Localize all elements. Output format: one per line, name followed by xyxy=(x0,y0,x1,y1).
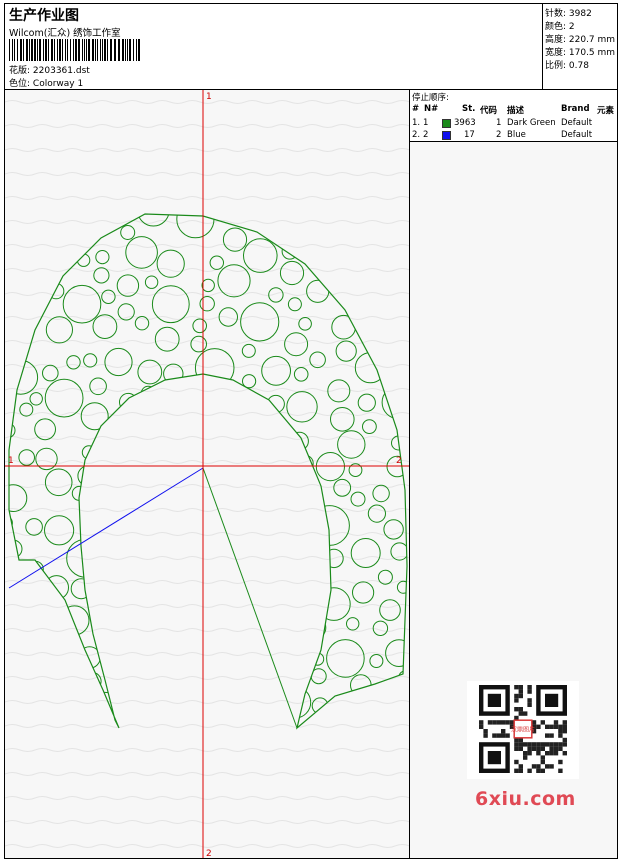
stop-row: 2. 2 17 2 Blue Default xyxy=(412,130,615,142)
design-file-line: 花版: 2203361.dst xyxy=(9,63,90,76)
row-brand: Default xyxy=(561,130,593,140)
stop-sequence-panel: 停止顺序: # N# St. 代码 描述 Brand 元素 1. 1 3963 … xyxy=(410,90,617,142)
design-file-label: 花版: xyxy=(9,66,31,76)
color-swatch xyxy=(442,131,451,140)
row-stitches: 3963 xyxy=(454,118,476,128)
design-height: 高度: 220.7 mm xyxy=(545,35,616,45)
design-file-name: 2203361.dst xyxy=(32,66,90,76)
col-needle: N# xyxy=(424,104,439,114)
row-stitches: 17 xyxy=(464,130,475,140)
qr-code-watermark: 汉鼎图片 xyxy=(467,681,579,779)
row-brand: Default xyxy=(561,118,593,128)
row-description: Blue xyxy=(507,130,526,140)
axis-label-bottom: 2 xyxy=(206,849,212,858)
design-width: 宽度: 170.5 mm xyxy=(545,48,616,58)
barcode-image xyxy=(9,39,140,61)
worksheet-header: 生产作业图 Wilcom(汇众) 绣饰工作室 花版: 2203361.dst 色… xyxy=(5,4,617,90)
color-count: 颜色: 2 xyxy=(545,22,575,32)
color-swatch xyxy=(442,119,451,128)
row-code: 2 xyxy=(496,130,502,140)
row-index: 2. xyxy=(412,130,421,140)
row-index: 1. xyxy=(412,118,421,128)
col-element: 元素 xyxy=(597,106,615,116)
design-preview: 1 2 1 2 xyxy=(5,90,410,858)
qr-stamp-text: 汉鼎图片 xyxy=(511,726,535,734)
axis-label-left: 1 xyxy=(8,456,14,466)
col-brand: Brand xyxy=(561,104,590,114)
col-index: # xyxy=(412,104,420,114)
row-needle: 2 xyxy=(423,130,429,140)
row-needle: 1 xyxy=(423,118,429,128)
qr-code-image: 汉鼎图片 xyxy=(479,685,567,773)
colorway-line: 色位: Colorway 1 xyxy=(9,76,83,89)
col-description: 描述 xyxy=(507,106,525,116)
stitch-count: 针数: 3982 xyxy=(545,9,592,19)
axis-label-top: 1 xyxy=(206,92,212,102)
stop-sequence-heading: 停止顺序: xyxy=(412,93,449,103)
embroidery-drawing: 1 2 1 2 xyxy=(5,90,409,858)
colorway-label: 色位: xyxy=(9,79,31,89)
site-logo-watermark: 6xiu.com xyxy=(475,788,576,810)
design-scale: 比例: 0.78 xyxy=(545,61,589,71)
design-stats: 针数: 3982 颜色: 2 高度: 220.7 mm 宽度: 170.5 mm… xyxy=(542,4,618,89)
axis-label-right: 2 xyxy=(396,456,402,466)
worksheet-title: 生产作业图 xyxy=(9,8,79,24)
studio-name: Wilcom(汇众) 绣饰工作室 xyxy=(9,28,121,39)
row-code: 1 xyxy=(496,118,502,128)
stop-row: 1. 1 3963 1 Dark Green Default xyxy=(412,118,615,130)
row-description: Dark Green xyxy=(507,118,556,128)
col-stitches: St. xyxy=(462,104,476,114)
colorway-name: Colorway 1 xyxy=(32,79,84,89)
stop-sequence-columns: # N# St. 代码 描述 Brand 元素 xyxy=(412,104,615,116)
col-code: 代码 xyxy=(480,106,498,116)
